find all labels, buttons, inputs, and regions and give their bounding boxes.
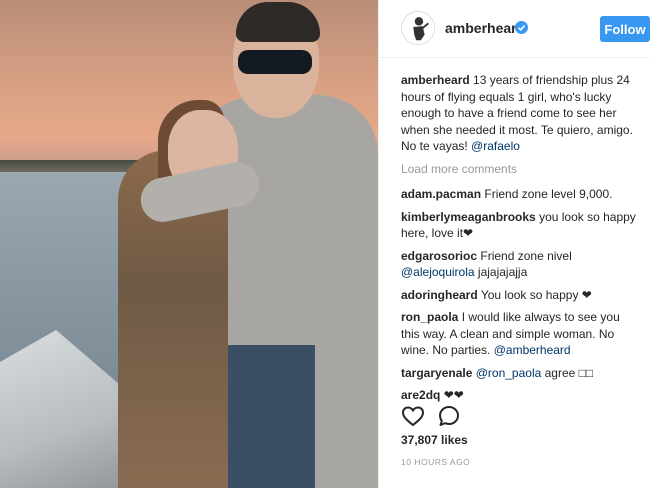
post-actions — [401, 404, 481, 430]
comment: adam.pacman Friend zone level 9,000. — [401, 186, 641, 203]
comment: are2dq ❤❤ — [401, 387, 641, 404]
likes-count[interactable]: 37,807 likes — [401, 433, 468, 447]
caption-mention[interactable]: @rafaelo — [471, 139, 520, 153]
comment-text: You look so happy ❤ — [480, 287, 592, 302]
comment-bubble-icon[interactable] — [437, 404, 461, 428]
comment-text: Friend zone level 9,000. — [484, 187, 613, 201]
post-header: amberheard Follow — [379, 0, 650, 58]
post-timestamp[interactable]: 10 HOURS AGO — [401, 457, 470, 467]
comment-text-after: jajajajajja — [477, 265, 528, 279]
comment: targaryenale @ron_paola agree □□ — [401, 365, 641, 382]
post-photo[interactable] — [0, 0, 378, 488]
comment: adoringheard You look so happy ❤ — [401, 287, 641, 304]
comment: kimberlymeaganbrooks you look so happy h… — [401, 209, 641, 242]
comment-mention[interactable]: @alejoquirola — [401, 265, 475, 279]
post-sidebar: amberheard Follow amberheard 13 years of… — [378, 0, 650, 488]
comment-username[interactable]: kimberlymeaganbrooks — [401, 210, 536, 224]
comment-username[interactable]: targaryenale — [401, 366, 472, 380]
comments-list: amberheard 13 years of friendship plus 2… — [401, 72, 641, 410]
comment-text: ❤❤ — [443, 388, 464, 402]
comment-username[interactable]: adoringheard — [401, 288, 478, 302]
comment-username[interactable]: edgarosorioc — [401, 249, 477, 263]
comment: ron_paola I would like always to see you… — [401, 309, 641, 359]
caption-username[interactable]: amberheard — [401, 73, 470, 87]
avatar[interactable] — [401, 11, 435, 45]
instagram-post: amberheard Follow amberheard 13 years of… — [0, 0, 650, 488]
avatar-icon — [402, 12, 434, 44]
photo-sunglasses — [238, 50, 312, 74]
header-username[interactable]: amberheard — [445, 20, 525, 36]
photo-man-hair — [236, 2, 320, 42]
comment-username[interactable]: adam.pacman — [401, 187, 481, 201]
comment-mention[interactable]: @amberheard — [494, 343, 571, 357]
comment-username[interactable]: are2dq — [401, 388, 440, 402]
comment-text: Friend zone nivel — [480, 248, 572, 263]
follow-button[interactable]: Follow — [600, 16, 650, 42]
comment-mention[interactable]: @ron_paola — [476, 366, 542, 380]
comment-username[interactable]: ron_paola — [401, 310, 458, 324]
load-more-comments-link[interactable]: Load more comments — [401, 161, 641, 178]
verified-badge-icon — [515, 21, 528, 34]
comment: edgarosorioc Friend zone nivel @alejoqui… — [401, 248, 641, 281]
caption: amberheard 13 years of friendship plus 2… — [401, 72, 641, 155]
comment-text-after: agree □□ — [544, 365, 594, 380]
heart-icon[interactable] — [401, 404, 425, 428]
